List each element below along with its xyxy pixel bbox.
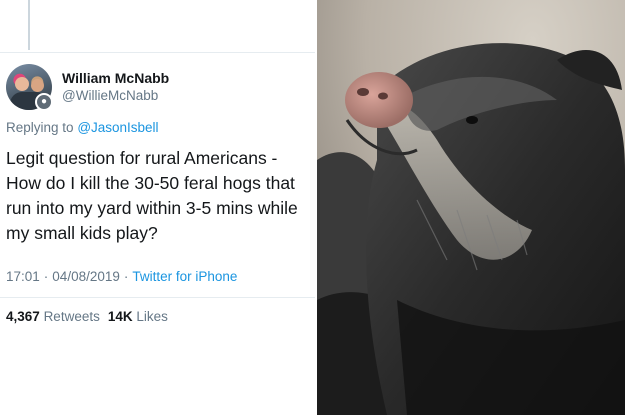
hog-illustration: [317, 0, 625, 415]
user-handle[interactable]: @WillieMcNabb: [62, 88, 158, 103]
avatar-face-left: [15, 77, 29, 91]
avatar-face-right: [31, 79, 44, 92]
tweet-meta: 17:01 · 04/08/2019 · Twitter for iPhone: [6, 269, 237, 284]
tweet-stats: 4,367 Retweets 14K Likes: [6, 309, 168, 324]
retweets-count: 4,367: [6, 309, 40, 324]
account-badge-icon: ●: [35, 93, 53, 111]
likes-stat[interactable]: 14K Likes: [108, 309, 168, 324]
replying-to-label: Replying to: [6, 120, 74, 135]
tweet-time[interactable]: 17:01: [6, 269, 40, 284]
hog-photo: [317, 0, 625, 415]
likes-label: Likes: [136, 309, 168, 324]
divider-stats: [0, 297, 315, 298]
retweets-stat[interactable]: 4,367 Retweets: [6, 309, 100, 324]
client-link[interactable]: Twitter for iPhone: [132, 269, 237, 284]
display-name[interactable]: William McNabb: [62, 70, 169, 86]
retweets-label: Retweets: [43, 309, 100, 324]
reply-to-link[interactable]: @JasonIsbell: [77, 120, 158, 135]
tweet-text: Legit question for rural Americans - How…: [6, 148, 298, 243]
tweet-date[interactable]: 04/08/2019: [52, 269, 120, 284]
meta-separator: ·: [43, 269, 49, 284]
tweet-card: ● William McNabb @WillieMcNabb Replying …: [0, 0, 315, 415]
divider-top: [0, 52, 315, 53]
meta-separator: ·: [123, 269, 129, 284]
likes-count: 14K: [107, 309, 133, 324]
thread-connector-line: [28, 0, 30, 50]
replying-to-line: Replying to @JasonIsbell: [6, 120, 159, 135]
